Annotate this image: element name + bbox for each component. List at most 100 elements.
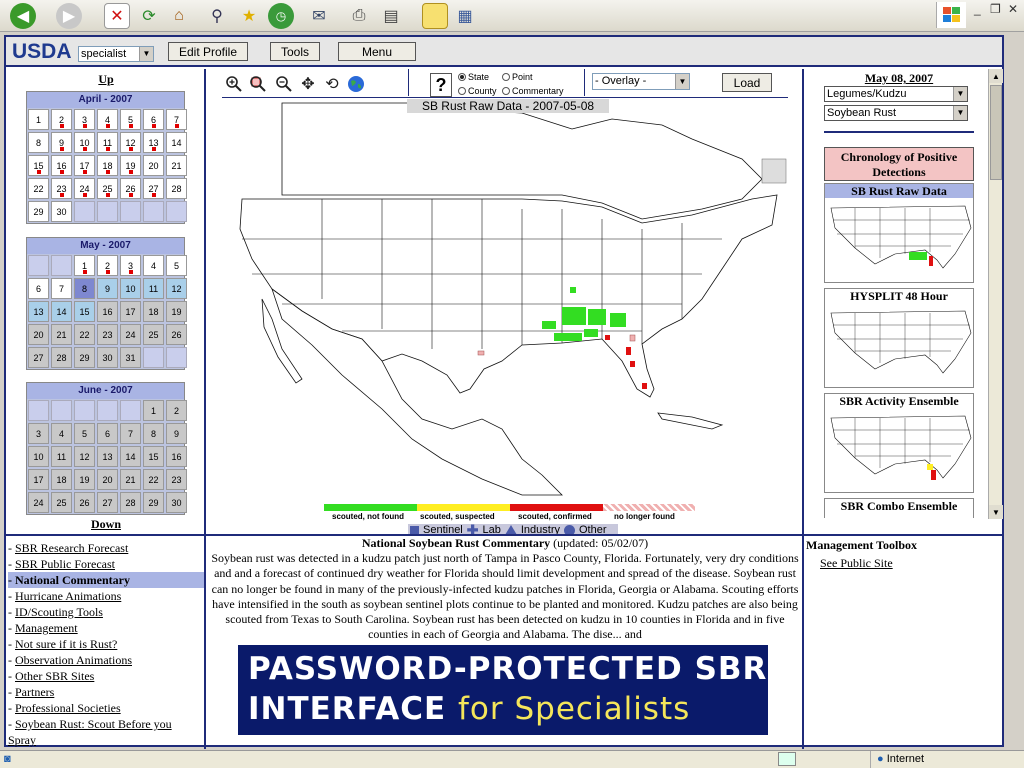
calendar-day[interactable]: 28 bbox=[51, 347, 72, 368]
calendar-day[interactable]: 20 bbox=[143, 155, 164, 176]
calendar-day[interactable]: 19 bbox=[74, 469, 95, 490]
link-label[interactable]: Observation Animations bbox=[15, 653, 132, 667]
zoom-in-icon[interactable] bbox=[224, 74, 244, 94]
calendar-day[interactable]: 4 bbox=[143, 255, 164, 276]
chevron-down-icon[interactable]: ▼ bbox=[953, 87, 967, 101]
link-label[interactable]: Professional Societies bbox=[15, 701, 121, 715]
history-icon[interactable]: ◷ bbox=[268, 3, 294, 29]
calendar-day[interactable]: 28 bbox=[120, 492, 141, 513]
globe-icon[interactable] bbox=[346, 74, 366, 94]
link-label[interactable]: Other SBR Sites bbox=[15, 669, 94, 683]
chevron-down-icon[interactable]: ▼ bbox=[139, 47, 153, 61]
current-date[interactable]: May 08, 2007 bbox=[824, 71, 974, 86]
link-item[interactable]: - Other SBR Sites bbox=[8, 668, 204, 684]
chevron-down-icon[interactable]: ▼ bbox=[953, 106, 967, 120]
calendar-day[interactable]: 19 bbox=[166, 301, 187, 322]
calendar-day[interactable]: 25 bbox=[97, 178, 118, 199]
research-icon[interactable]: ▦ bbox=[452, 3, 478, 29]
calendar-day[interactable]: 27 bbox=[143, 178, 164, 199]
calendar-day[interactable]: 23 bbox=[97, 324, 118, 345]
calendar-day[interactable]: 21 bbox=[51, 324, 72, 345]
calendar-day[interactable]: 26 bbox=[120, 178, 141, 199]
back-icon[interactable]: ◀ bbox=[10, 3, 36, 29]
home-icon[interactable]: ⌂ bbox=[166, 3, 192, 29]
calendar-day[interactable]: 1 bbox=[143, 400, 164, 421]
link-item[interactable]: - ID/Scouting Tools bbox=[8, 604, 204, 620]
calendar-day[interactable]: 11 bbox=[51, 446, 72, 467]
calendar-day[interactable]: 29 bbox=[74, 347, 95, 368]
thumbnail-activity-ensemble[interactable]: SBR Activity Ensemble bbox=[824, 393, 974, 493]
restore-icon[interactable]: ❐ bbox=[990, 2, 1001, 16]
help-button[interactable]: ? bbox=[430, 73, 452, 97]
calendar-day[interactable]: 7 bbox=[51, 278, 72, 299]
link-label[interactable]: Not sure if it is Rust? bbox=[15, 637, 117, 651]
calendar-day[interactable]: 11 bbox=[97, 132, 118, 153]
link-label[interactable]: Soybean Rust: Scout Before you bbox=[15, 717, 172, 731]
calendar-day[interactable]: 10 bbox=[120, 278, 141, 299]
calendar-day[interactable]: 4 bbox=[97, 109, 118, 130]
load-button[interactable]: Load bbox=[722, 73, 772, 92]
calendar-day[interactable]: 31 bbox=[120, 347, 141, 368]
calendar-day[interactable]: 13 bbox=[143, 132, 164, 153]
thumbnail-combo-ensemble[interactable]: SBR Combo Ensemble bbox=[824, 498, 974, 518]
link-item[interactable]: - Professional Societies bbox=[8, 700, 204, 716]
calendar-day[interactable]: 26 bbox=[74, 492, 95, 513]
calendar-day[interactable]: 16 bbox=[166, 446, 187, 467]
calendar-day[interactable]: 10 bbox=[74, 132, 95, 153]
zoom-out-icon[interactable] bbox=[274, 74, 294, 94]
overlay-select[interactable]: - Overlay - ▼ bbox=[592, 73, 690, 90]
calendar-day[interactable]: 24 bbox=[28, 492, 49, 513]
calendar-day[interactable]: 1 bbox=[74, 255, 95, 276]
link-item[interactable]: - SBR Public Forecast bbox=[8, 556, 204, 572]
calendar-day[interactable]: 18 bbox=[143, 301, 164, 322]
calendar-day[interactable]: 12 bbox=[74, 446, 95, 467]
link-item[interactable]: - SBR Research Forecast bbox=[8, 540, 204, 556]
calendar-day[interactable]: 16 bbox=[97, 301, 118, 322]
calendar-day[interactable]: 4 bbox=[51, 423, 72, 444]
calendar-day[interactable]: 17 bbox=[28, 469, 49, 490]
calendar-day[interactable]: 17 bbox=[120, 301, 141, 322]
discuss-icon[interactable] bbox=[422, 3, 448, 29]
calendar-day[interactable]: 24 bbox=[74, 178, 95, 199]
calendar-day[interactable]: 10 bbox=[28, 446, 49, 467]
calendar-day[interactable]: 15 bbox=[143, 446, 164, 467]
calendar-day[interactable]: 14 bbox=[120, 446, 141, 467]
link-label[interactable]: SBR Research Forecast bbox=[15, 541, 128, 555]
us-map[interactable] bbox=[222, 99, 788, 499]
calendar-day[interactable]: 30 bbox=[51, 201, 72, 222]
calendar-up-link[interactable]: Up bbox=[6, 72, 206, 87]
scroll-up-icon[interactable]: ▲ bbox=[989, 69, 1003, 83]
calendar-day[interactable]: 27 bbox=[97, 492, 118, 513]
thumbnail-hysplit[interactable]: HYSPLIT 48 Hour bbox=[824, 288, 974, 388]
calendar-day[interactable]: 17 bbox=[74, 155, 95, 176]
favorites-icon[interactable]: ★ bbox=[236, 3, 262, 29]
calendar-day[interactable]: 21 bbox=[120, 469, 141, 490]
search-icon[interactable]: ⚲ bbox=[204, 3, 230, 29]
calendar-day[interactable]: 3 bbox=[74, 109, 95, 130]
radio-dot[interactable] bbox=[458, 87, 466, 95]
close-icon[interactable]: ✕ bbox=[1008, 2, 1018, 16]
chevron-down-icon[interactable]: ▼ bbox=[675, 74, 689, 89]
calendar-day[interactable]: 29 bbox=[143, 492, 164, 513]
link-item[interactable]: - Soybean Rust: Scout Before you bbox=[8, 716, 204, 732]
calendar-day[interactable]: 30 bbox=[166, 492, 187, 513]
calendar-day[interactable]: 7 bbox=[120, 423, 141, 444]
calendar-day[interactable]: 14 bbox=[166, 132, 187, 153]
calendar-day[interactable]: 12 bbox=[166, 278, 187, 299]
calendar-day[interactable]: 14 bbox=[51, 301, 72, 322]
radio-dot[interactable] bbox=[502, 73, 510, 81]
link-item[interactable]: - National Commentary bbox=[8, 572, 204, 588]
calendar-day[interactable]: 16 bbox=[51, 155, 72, 176]
calendar-day[interactable]: 6 bbox=[143, 109, 164, 130]
edit-profile-button[interactable]: Edit Profile bbox=[168, 42, 248, 61]
calendar-day[interactable]: 3 bbox=[120, 255, 141, 276]
calendar-day[interactable]: 6 bbox=[28, 278, 49, 299]
thumbnail-raw-data[interactable]: SB Rust Raw Data bbox=[824, 183, 974, 283]
calendar-day[interactable]: 20 bbox=[97, 469, 118, 490]
calendar-day[interactable]: 28 bbox=[166, 178, 187, 199]
radio-dot[interactable] bbox=[458, 73, 466, 81]
calendar-day[interactable]: 7 bbox=[166, 109, 187, 130]
link-label[interactable]: National Commentary bbox=[15, 573, 130, 587]
calendar-day[interactable]: 6 bbox=[97, 423, 118, 444]
link-label[interactable]: Spray bbox=[8, 733, 36, 747]
